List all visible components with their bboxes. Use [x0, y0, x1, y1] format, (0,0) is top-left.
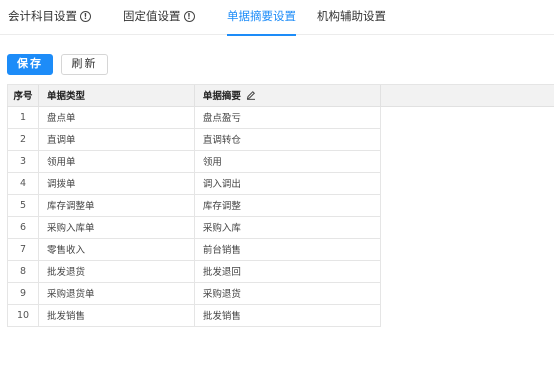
table-row[interactable]: 1 盘点单 盘点盈亏: [7, 106, 554, 129]
document-type-cell: 批发退货: [38, 260, 195, 283]
row-index: 5: [7, 194, 39, 217]
document-type-cell: 零售收入: [38, 238, 195, 261]
document-type-cell: 采购退货单: [38, 282, 195, 305]
document-summary-cell[interactable]: 采购入库: [194, 216, 381, 239]
tab-document-summary-settings[interactable]: 单据摘要设置: [227, 8, 296, 36]
row-index: 4: [7, 172, 39, 195]
table-row[interactable]: 3 领用单 领用: [7, 150, 554, 173]
table-row[interactable]: 7 零售收入 前台销售: [7, 238, 554, 261]
tab-org-auxiliary-settings[interactable]: 机构辅助设置: [317, 8, 386, 35]
document-type-cell: 批发销售: [38, 304, 195, 327]
tab-label: 机构辅助设置: [317, 9, 386, 23]
column-header-index: 序号: [7, 85, 39, 107]
table-row[interactable]: 8 批发退货 批发退回: [7, 260, 554, 283]
info-icon[interactable]: !: [80, 10, 91, 22]
save-button[interactable]: 保存: [7, 54, 53, 75]
document-type-cell: 盘点单: [38, 106, 195, 129]
info-icon[interactable]: !: [183, 10, 195, 22]
document-summary-cell[interactable]: 采购退货: [194, 282, 381, 305]
row-index: 1: [7, 106, 39, 129]
table-row[interactable]: 5 库存调整单 库存调整: [7, 194, 554, 217]
document-summary-cell[interactable]: 批发销售: [194, 304, 381, 327]
tab-fixed-value-settings[interactable]: 固定值设置!: [123, 8, 195, 35]
column-header-document-summary: 单据摘要: [194, 85, 381, 107]
table-row[interactable]: 4 调拨单 调入调出: [7, 172, 554, 195]
table-row[interactable]: 2 直调单 直调转仓: [7, 128, 554, 151]
document-summary-cell[interactable]: 盘点盈亏: [194, 106, 381, 129]
row-index: 6: [7, 216, 39, 239]
document-type-cell: 直调单: [38, 128, 195, 151]
table-header-row: 序号 单据类型 单据摘要: [7, 85, 554, 107]
document-type-cell: 采购入库单: [38, 216, 195, 239]
tab-label: 固定值设置: [123, 9, 181, 23]
table-row[interactable]: 10 批发销售 批发销售: [7, 304, 554, 327]
refresh-button[interactable]: 刷新: [61, 54, 108, 75]
tab-label: 会计科目设置: [8, 9, 77, 23]
table-row[interactable]: 6 采购入库单 采购入库: [7, 216, 554, 239]
row-index: 3: [7, 150, 39, 173]
document-summary-cell[interactable]: 调入调出: [194, 172, 381, 195]
tab-bar: 会计科目设置! 固定值设置! 单据摘要设置 机构辅助设置: [0, 0, 554, 36]
column-header-document-type: 单据类型: [38, 85, 195, 107]
row-index: 9: [7, 282, 39, 305]
document-type-cell: 库存调整单: [38, 194, 195, 217]
document-type-cell: 调拨单: [38, 172, 195, 195]
summary-table: 序号 单据类型 单据摘要 1 盘点单 盘点盈亏 2 直调单 直调转仓 3 领用单 领用 4 调拨单调…: [7, 84, 554, 327]
tab-label: 单据摘要设置: [227, 9, 296, 23]
row-index: 8: [7, 260, 39, 283]
document-summary-cell[interactable]: 库存调整: [194, 194, 381, 217]
document-summary-cell[interactable]: 批发退回: [194, 260, 381, 283]
table-row[interactable]: 9 采购退货单 采购退货: [7, 282, 554, 305]
document-summary-cell[interactable]: 前台销售: [194, 238, 381, 261]
edit-icon[interactable]: [246, 90, 256, 103]
column-header-label: 单据摘要: [202, 90, 241, 102]
row-index: 10: [7, 304, 39, 327]
tab-account-subject-settings[interactable]: 会计科目设置!: [8, 8, 91, 35]
header-filler: [380, 85, 554, 107]
row-index: 2: [7, 128, 39, 151]
row-index: 7: [7, 238, 39, 261]
document-summary-cell[interactable]: 领用: [194, 150, 381, 173]
document-summary-cell[interactable]: 直调转仓: [194, 128, 381, 151]
document-type-cell: 领用单: [38, 150, 195, 173]
